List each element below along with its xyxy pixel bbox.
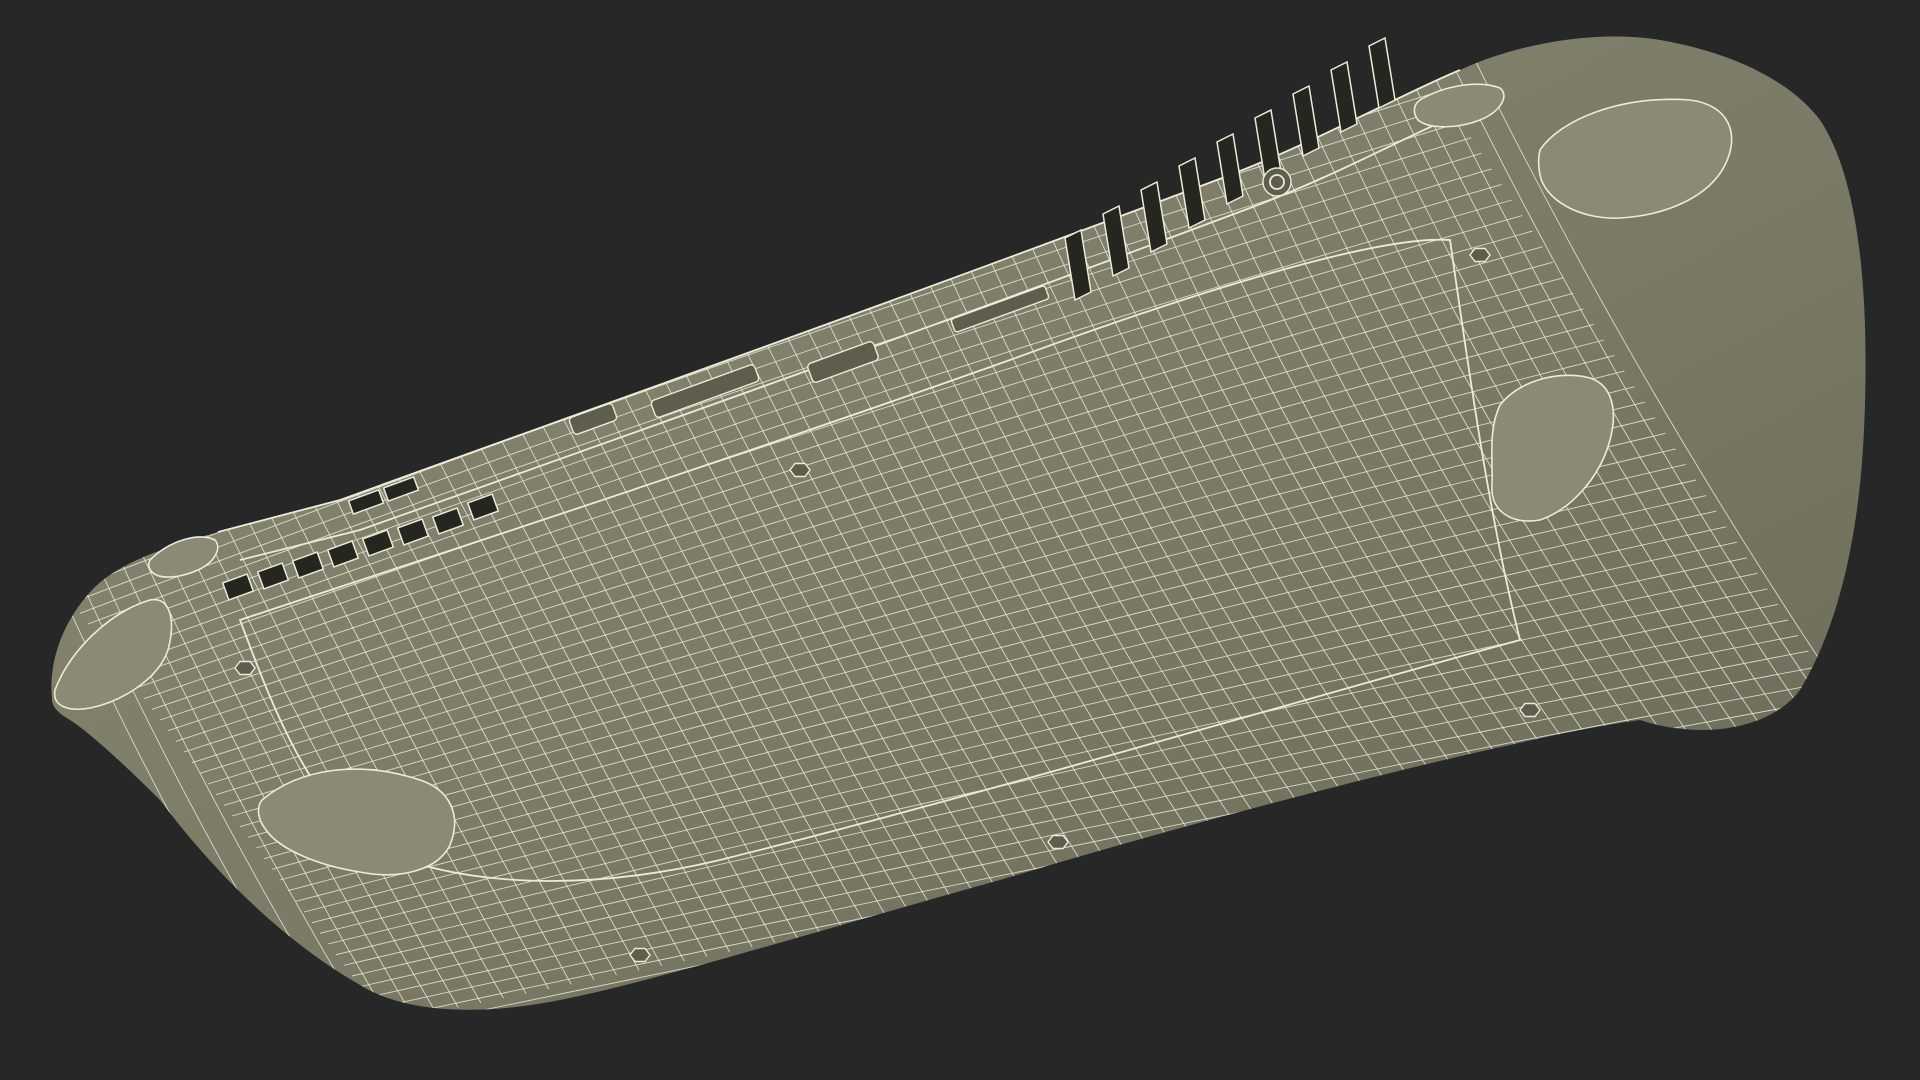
screw-hole — [1469, 247, 1491, 263]
screw-hole — [1047, 834, 1069, 850]
wireframe-render: .bg { fill: #262727; } .wire { fill: non… — [0, 0, 1920, 1080]
render-viewport: .bg { fill: #262727; } .wire { fill: non… — [0, 0, 1920, 1080]
screw-hole — [629, 947, 651, 963]
screw-hole — [234, 660, 256, 676]
screw-hole — [1519, 702, 1541, 718]
screw-hole — [789, 462, 811, 478]
headphone-jack — [1262, 167, 1292, 197]
